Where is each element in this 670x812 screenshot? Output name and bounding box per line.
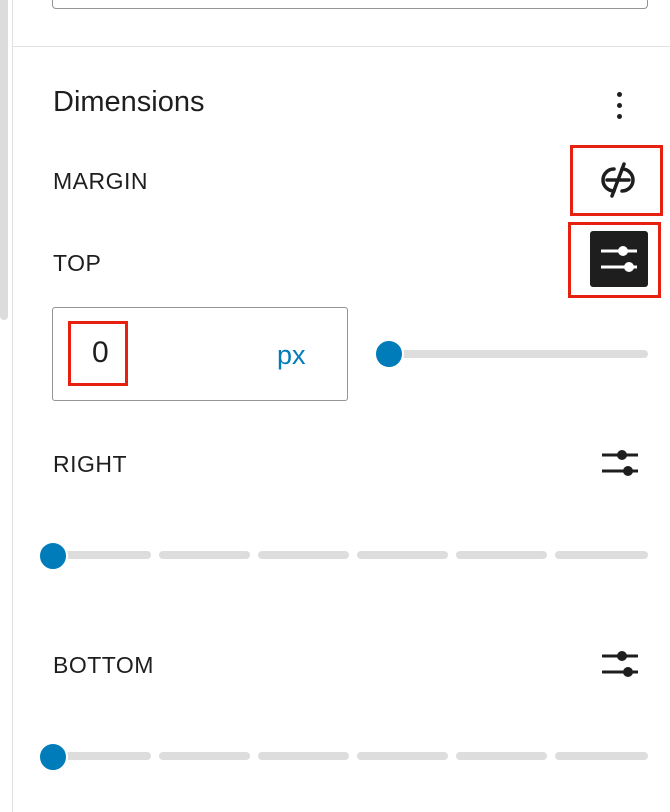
right-slider-step bbox=[456, 551, 547, 559]
right-slider-step bbox=[159, 551, 250, 559]
right-label: RIGHT bbox=[53, 451, 128, 477]
right-slider-thumb[interactable] bbox=[38, 541, 68, 571]
panel-border bbox=[12, 0, 13, 812]
top-slider-thumb[interactable] bbox=[374, 339, 404, 369]
bottom-slider-step bbox=[357, 752, 448, 760]
highlight-unlink bbox=[570, 145, 663, 216]
highlight-top-value bbox=[68, 321, 128, 386]
bottom-slider-step bbox=[258, 752, 349, 760]
highlight-top-settings bbox=[568, 222, 661, 298]
bottom-slider-thumb[interactable] bbox=[38, 742, 68, 772]
top-margin-unit[interactable]: px bbox=[277, 340, 306, 371]
section-divider bbox=[13, 46, 670, 47]
scrollbar-thumb[interactable] bbox=[0, 0, 8, 320]
right-slider-step bbox=[357, 551, 448, 559]
right-custom-settings-icon[interactable] bbox=[594, 440, 646, 486]
right-slider-step bbox=[555, 551, 648, 559]
panel-title: Dimensions bbox=[53, 86, 205, 118]
top-slider-track[interactable] bbox=[376, 350, 648, 358]
right-slider-step bbox=[258, 551, 349, 559]
bottom-custom-settings-icon[interactable] bbox=[594, 641, 646, 687]
bottom-slider-step bbox=[555, 752, 648, 760]
bottom-slider-step bbox=[456, 752, 547, 760]
bottom-label: BOTTOM bbox=[53, 652, 154, 678]
previous-field bbox=[52, 0, 648, 9]
bottom-slider-step bbox=[159, 752, 250, 760]
margin-label: MARGIN bbox=[53, 168, 148, 194]
top-label: TOP bbox=[53, 250, 102, 276]
more-options-icon[interactable] bbox=[602, 86, 636, 124]
